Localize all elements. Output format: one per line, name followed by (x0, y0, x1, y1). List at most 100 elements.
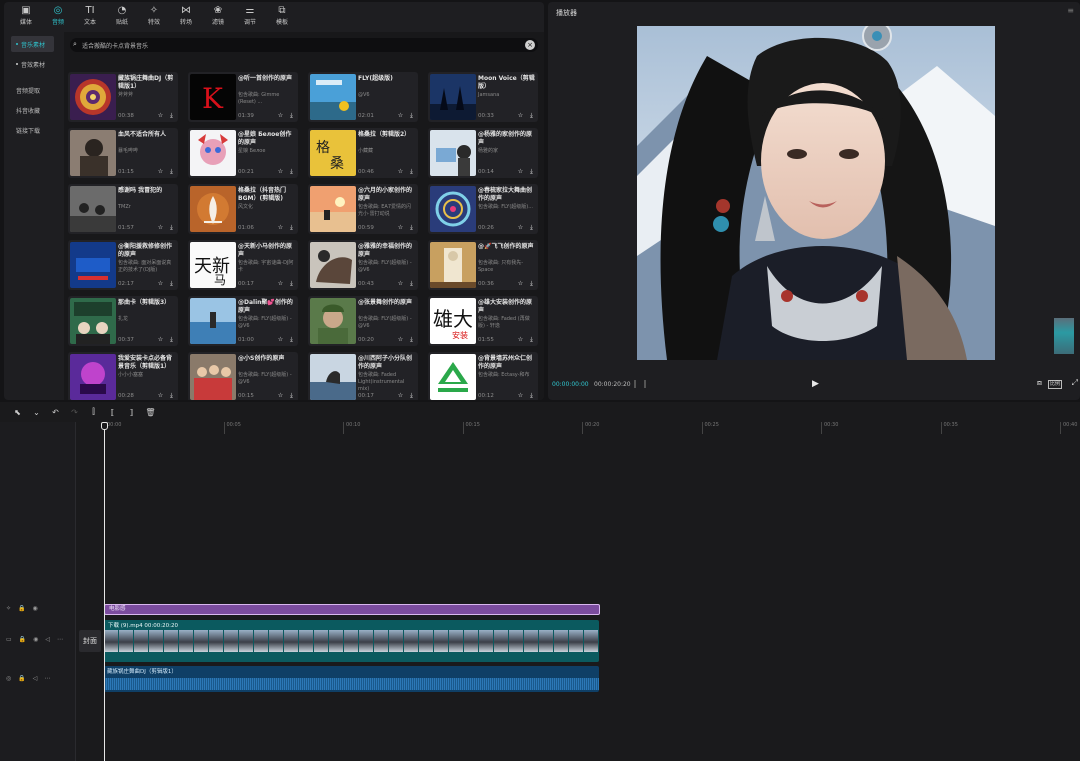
lock-icon[interactable]: 🔒 (18, 675, 25, 682)
track-card[interactable]: 我爱安装卡点必备背景音乐（剪辑版1） 小小小塞塞 00:28 ☆ ⤓ (68, 352, 178, 400)
track-card[interactable]: 雄大 安装 @雄大安装创作的原声 包含歌曲: Faded (再做版) - 轩逸 01:5… (428, 296, 538, 346)
track-card[interactable]: 天新马 @天新小马创作的原声 包含歌曲: 宇宙谜曲-DJ阿卡 00:17 ☆ ⤓ (188, 240, 298, 290)
track-card[interactable]: @杨雅的家创作的原声 杨雅的家 00:14 ☆ ⤓ (428, 128, 538, 178)
track-card[interactable]: K @听一首创作的原声 包含歌曲: Gimme (Reset) ... 01:39 ☆ ⤓ (188, 72, 298, 122)
download-icon[interactable]: ⤓ (407, 279, 416, 288)
lock-icon[interactable]: 🔒 (18, 605, 25, 612)
download-icon[interactable]: ⤓ (167, 223, 176, 232)
track-card[interactable]: @衡阳援救修修创作的原声 包含歌曲: 面对呆面说真正的技术了(DJ版) 02:17 ☆… (68, 240, 178, 290)
eye-icon[interactable]: ◉ (33, 636, 38, 643)
favorite-star-icon[interactable]: ☆ (156, 111, 165, 120)
select-dropdown-icon[interactable]: ⌄ (27, 408, 46, 417)
track-card[interactable]: @张景舞创作的原声 包含歌曲: FLY(超级版) - @V6 00:20 ☆ ⤓ (308, 296, 418, 346)
search-input[interactable]: 适合搬酷的卡点背景音乐 (82, 41, 148, 50)
track-card[interactable]: @川西阿子小分队创作的原声 包含歌曲: Faded Light(instrumen… (308, 352, 418, 400)
track-card[interactable]: @Dalin聚💕创作的原声 包含歌曲: FLY(超级版) - @V6 01:00 ☆ ⤓ (188, 296, 298, 346)
download-icon[interactable]: ⤓ (527, 335, 536, 344)
favorite-star-icon[interactable]: ☆ (516, 167, 525, 176)
track-card[interactable]: @雅雅的幸福创作的原声 包含歌曲: FLY(超级版) - @V6 00:43 ☆ ⤓ (308, 240, 418, 290)
download-icon[interactable]: ⤓ (287, 391, 296, 400)
ratio-button[interactable]: 比例 (1048, 380, 1062, 389)
download-icon[interactable]: ⤓ (167, 167, 176, 176)
undo-icon[interactable]: ↶ (46, 408, 65, 417)
trim-right-icon[interactable]: ⟧ (122, 408, 141, 417)
download-icon[interactable]: ⤓ (407, 335, 416, 344)
track-card[interactable]: @六月的小家创作的原声 包含歌曲: EA7爱情的闪光小·雷打动说 00:59 ☆ ⤓ (308, 184, 418, 234)
tab-adjust[interactable]: ⚌ 调节 (234, 2, 266, 28)
favorite-star-icon[interactable]: ☆ (276, 335, 285, 344)
eye-icon[interactable]: ◉ (33, 605, 38, 612)
trim-left-icon[interactable]: ⟦ (103, 408, 122, 417)
download-icon[interactable]: ⤓ (287, 279, 296, 288)
download-icon[interactable]: ⤓ (287, 223, 296, 232)
download-icon[interactable]: ⤓ (527, 223, 536, 232)
track-card[interactable]: 血风不适合所有人 暴毛哔哔 01:15 ☆ ⤓ (68, 128, 178, 178)
download-icon[interactable]: ⤓ (407, 391, 416, 400)
download-icon[interactable]: ⤓ (167, 391, 176, 400)
split-icon[interactable]: ⫿ (84, 407, 103, 417)
favorite-star-icon[interactable]: ☆ (516, 279, 525, 288)
sidebar-item[interactable]: 音频提取 (11, 82, 54, 98)
favorite-star-icon[interactable]: ☆ (396, 223, 405, 232)
cover-button[interactable]: 封面 (79, 630, 101, 652)
select-tool-icon[interactable]: ⬉ (8, 408, 27, 417)
track-card[interactable]: FLY(超级版) @V6 02:01 ☆ ⤓ (308, 72, 418, 122)
favorite-star-icon[interactable]: ☆ (396, 167, 405, 176)
download-icon[interactable]: ⤓ (167, 111, 176, 120)
download-icon[interactable]: ⤓ (527, 111, 536, 120)
tab-transition[interactable]: ⋈ 转场 (170, 2, 202, 28)
redo-icon[interactable]: ↷ (65, 408, 84, 417)
download-icon[interactable]: ⤓ (167, 335, 176, 344)
mute-icon[interactable]: ◁ (33, 675, 38, 682)
sidebar-item[interactable]: 抖音收藏 (11, 102, 54, 118)
tab-sticker[interactable]: ◔ 贴纸 (106, 2, 138, 28)
download-icon[interactable]: ⤓ (167, 279, 176, 288)
sidebar-item[interactable]: 链接下载 (11, 122, 54, 138)
track-card[interactable]: 感谢吗 我冒犯的 TMZr 01:57 ☆ ⤓ (68, 184, 178, 234)
favorite-star-icon[interactable]: ☆ (276, 391, 285, 400)
favorite-star-icon[interactable]: ☆ (396, 111, 405, 120)
favorite-star-icon[interactable]: ☆ (276, 167, 285, 176)
favorite-star-icon[interactable]: ☆ (516, 223, 525, 232)
more-icon[interactable]: ⋯ (44, 675, 50, 682)
clear-search-icon[interactable]: × (525, 40, 535, 50)
track-card[interactable]: @星娘 Белое创作的原声 星娘 Белое 00:21 ☆ ⤓ (188, 128, 298, 178)
favorite-star-icon[interactable]: ☆ (156, 223, 165, 232)
track-card[interactable]: Moon Voice（剪辑版） Jamsana 00:33 ☆ ⤓ (428, 72, 538, 122)
playhead[interactable] (104, 424, 105, 761)
time-ruler[interactable]: 00:00 00:05 00:10 00:15 00:20 00:25 00:30 00:35… (104, 422, 1080, 434)
track-card[interactable]: @🚀飞飞创作的原声 包含歌曲: 只有我先-Space 00:36 ☆ ⤓ (428, 240, 538, 290)
menu-icon[interactable]: ≡ (1067, 6, 1074, 15)
favorite-star-icon[interactable]: ☆ (516, 111, 525, 120)
tab-audio[interactable]: ◎ 音频 (42, 2, 74, 28)
favorite-star-icon[interactable]: ☆ (156, 391, 165, 400)
tab-text[interactable]: TI 文本 (74, 2, 106, 28)
search-bar[interactable]: ⌕ 适合搬酷的卡点背景音乐 × (70, 38, 538, 52)
favorite-star-icon[interactable]: ☆ (276, 279, 285, 288)
track-card[interactable]: @春梳家拉大舞曲创作的原声 包含歌曲: FLY(超级版)... 00:26 ☆ ⤓ (428, 184, 538, 234)
download-icon[interactable]: ⤓ (407, 111, 416, 120)
favorite-star-icon[interactable]: ☆ (516, 391, 525, 400)
fullscreen-icon[interactable]: ⤢ (1072, 378, 1078, 388)
track-card[interactable]: 藏族锅庄舞曲DJ（剪辑版1） 斧斧斧 00:38 ☆ ⤓ (68, 72, 178, 122)
audio-clip[interactable]: 藏族锅庄舞曲DJ（剪辑版1） (104, 666, 599, 692)
delete-icon[interactable]: 🗑 (141, 408, 160, 417)
lock-icon[interactable]: 🔒 (19, 636, 26, 643)
mute-icon[interactable]: ◁ (45, 636, 50, 643)
track-card[interactable]: @小S创作的原声 包含歌曲: FLY(超级版) - @V6 00:15 ☆ ⤓ (188, 352, 298, 400)
track-card[interactable]: 格桑格桑拉（剪辑版2） 小藏藏 00:46 ☆ ⤓ (308, 128, 418, 178)
sidebar-item[interactable]: 音效素材 (11, 56, 54, 72)
download-icon[interactable]: ⤓ (407, 223, 416, 232)
favorite-star-icon[interactable]: ☆ (396, 335, 405, 344)
download-icon[interactable]: ⤓ (407, 167, 416, 176)
track-card[interactable]: 格桑拉（抖音热门BGM）(剪辑版) 风文化 01:06 ☆ ⤓ (188, 184, 298, 234)
more-icon[interactable]: ⋯ (57, 636, 63, 643)
favorite-star-icon[interactable]: ☆ (156, 335, 165, 344)
play-button[interactable]: ▶ (812, 379, 819, 389)
video-clip[interactable]: 下载 (9).mp4 00:00:20:20 (104, 620, 599, 662)
screenshot-icon[interactable]: ⧈ (1037, 378, 1042, 388)
tab-filter[interactable]: ❀ 滤镜 (202, 2, 234, 28)
download-icon[interactable]: ⤓ (287, 111, 296, 120)
download-icon[interactable]: ⤓ (527, 279, 536, 288)
favorite-star-icon[interactable]: ☆ (516, 335, 525, 344)
